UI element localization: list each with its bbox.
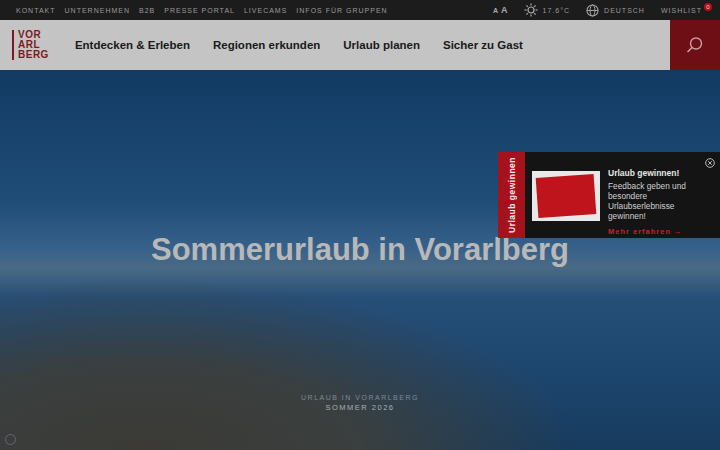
top-links: KONTAKT UNTERNEHMEN B2B PRESSE PORTAL LIVECA… [16,7,388,14]
top-link[interactable]: UNTERNEHMEN [65,7,130,14]
hero-season: SOMMER 2026 [325,403,394,412]
top-link[interactable]: LIVECAMS [244,7,287,14]
font-large[interactable]: A [501,5,508,15]
search-button[interactable] [670,20,720,70]
nav-item[interactable]: Urlaub planen [343,39,420,51]
promo-title: Urlaub gewinnen! [608,168,710,178]
top-link[interactable]: INFOS FÜR GRUPPEN [296,7,387,14]
promo-tab[interactable]: Urlaub gewinnen [498,152,525,238]
promo-popup: Urlaub gewinnen Urlaub gewinnen! Feedback … [498,152,720,238]
main-nav: VORARLBERG Entdecken & Erleben Regionen er… [0,20,720,70]
wishlist-badge: 0 [704,3,712,11]
logo-line: BERG [18,50,49,60]
promo-description: Feedback geben und besondere Urlaubserle… [608,181,710,221]
close-icon[interactable] [705,158,715,168]
weather: 17.6°C [524,3,570,17]
nav-item[interactable]: Sicher zu Gast [443,39,523,51]
temperature: 17.6°C [543,7,570,14]
top-link[interactable]: B2B [139,7,155,14]
hero-subtitle: URLAUB IN VORARLBERG SOMMER 2026 [301,394,419,450]
font-size-toggle[interactable]: AA [493,5,508,15]
language-switch[interactable]: DEUTSCH [586,4,645,17]
logo[interactable]: VORARLBERG [12,30,49,60]
page: KONTAKT UNTERNEHMEN B2B PRESSE PORTAL LIVECA… [0,0,720,450]
logo-line: ARL [18,40,49,50]
nav-item[interactable]: Entdecken & Erleben [75,39,190,51]
top-bar: KONTAKT UNTERNEHMEN B2B PRESSE PORTAL LIVECA… [0,0,720,20]
logo-line: VOR [18,30,49,40]
top-link[interactable]: KONTAKT [16,7,56,14]
top-link[interactable]: PRESSE PORTAL [164,7,235,14]
arrow-icon: → [674,227,683,236]
font-small[interactable]: A [493,7,498,14]
sun-icon [524,3,538,17]
search-icon [686,36,704,54]
promo-link[interactable]: Mehr erfahren → [608,227,710,236]
promo-text: Urlaub gewinnen! Feedback geben und beson… [608,168,710,236]
copyright-icon [5,434,16,445]
promo-image [532,171,600,221]
top-tools: AA 17.6°C DEUTSCH WISHLIST0 [493,3,712,17]
globe-icon [586,4,599,17]
nav-item[interactable]: Regionen erkunden [213,39,320,51]
hero-kicker: URLAUB IN VORARLBERG [301,394,419,401]
nav-items: Entdecken & Erleben Regionen erkunden Urla… [75,39,670,51]
wishlist[interactable]: WISHLIST0 [661,7,712,14]
wishlist-label[interactable]: WISHLIST [661,7,702,14]
stamp-icon [536,174,597,218]
hero: Sommerurlaub in VorarlbergURLAUB IN VORA… [0,70,720,450]
language[interactable]: DEUTSCH [604,7,645,14]
promo-body: Urlaub gewinnen! Feedback geben und beson… [525,152,720,238]
